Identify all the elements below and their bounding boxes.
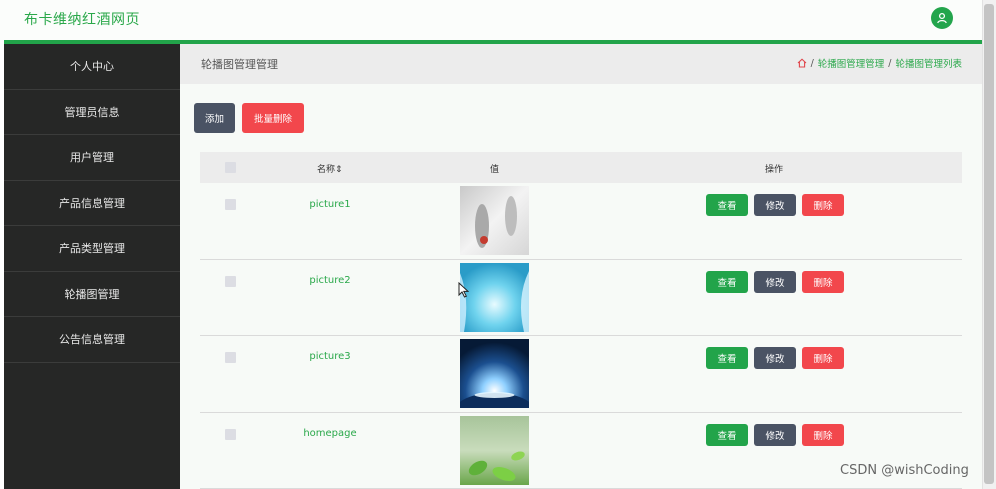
breadcrumb-carousel-management[interactable]: 轮播图管理管理 [818,56,885,70]
breadcrumb-carousel-list: 轮播图管理列表 [895,59,962,70]
batch-delete-button[interactable]: 批量删除 [242,103,304,133]
carousel-thumbnail [460,415,529,485]
breadcrumb-bar: 轮播图管理管理 / 轮播图管理管理 / 轮播图管理列表 [180,44,982,84]
column-header-name[interactable]: 名称⇕ [317,162,343,175]
add-button[interactable]: 添加 [194,103,235,133]
view-button[interactable]: 查看 [706,347,748,369]
table-header: 名称⇕ 值 操作 [200,152,962,183]
table-row: picture1 查看 修改 删除 [200,183,962,260]
carousel-thumbnail [460,339,529,408]
carousel-thumbnail [460,186,529,255]
app-title: 布卡维纳红酒网页 [24,12,140,28]
sidebar-item-product-info[interactable]: 产品信息管理 [4,181,180,226]
sidebar-item-label: 轮播图管理 [64,287,120,301]
breadcrumb-separator: / [888,57,892,69]
delete-button[interactable]: 删除 [802,270,844,293]
carousel-thumbnail [460,262,529,332]
delete-button[interactable]: 删除 [802,347,844,369]
row-name: picture3 [309,351,351,362]
sidebar-item-admin-info[interactable]: 管理员信息 [4,90,180,135]
breadcrumb: / 轮播图管理管理 / 轮播图管理列表 [797,56,962,70]
table-row: picture3 查看 修改 删除 [200,336,962,413]
sidebar-item-personal-center[interactable]: 个人中心 [4,44,180,90]
carousel-table: 名称⇕ 值 操作 picture1 查看 修改 删除 picture2 查看 修… [200,152,962,489]
user-avatar-button[interactable] [931,7,953,29]
sidebar-item-label: 管理员信息 [64,105,120,119]
sidebar-item-product-type[interactable]: 产品类型管理 [4,226,180,272]
view-button[interactable]: 查看 [706,270,748,293]
main-content: 轮播图管理管理 / 轮播图管理管理 / 轮播图管理列表 添加 批量删除 名称⇕ … [180,44,982,489]
mouse-pointer-icon [458,281,469,298]
table-row: picture2 查看 修改 删除 [200,260,962,336]
column-header-value: 值 [490,165,500,175]
select-all-checkbox[interactable] [225,162,236,173]
sidebar-item-label: 产品信息管理 [59,196,125,210]
row-checkbox[interactable] [225,428,236,440]
home-icon[interactable] [797,58,807,68]
row-checkbox[interactable] [225,352,236,363]
column-header-name-label: 名称 [317,165,336,175]
delete-button[interactable]: 删除 [802,423,844,446]
watermark: CSDN @wishCoding [840,463,969,478]
row-name: homepage [303,427,357,439]
row-checkbox[interactable] [225,275,236,287]
view-button[interactable]: 查看 [706,423,748,446]
row-name: picture1 [309,199,351,210]
delete-button[interactable]: 删除 [802,194,844,216]
sort-icon: ⇕ [335,165,343,175]
row-checkbox[interactable] [225,199,236,210]
breadcrumb-separator: / [810,57,814,69]
page-title: 轮播图管理管理 [201,58,278,71]
sidebar-item-label: 用户管理 [70,151,114,165]
sidebar-item-carousel[interactable]: 轮播图管理 [4,272,180,317]
edit-button[interactable]: 修改 [754,423,796,446]
sidebar-item-label: 公告信息管理 [59,333,125,347]
sidebar-item-user-management[interactable]: 用户管理 [4,135,180,181]
view-button[interactable]: 查看 [706,194,748,216]
user-icon [937,12,947,24]
sidebar-item-announcement[interactable]: 公告信息管理 [4,317,180,363]
page-scrollbar-thumb[interactable] [984,4,994,484]
edit-button[interactable]: 修改 [754,270,796,293]
edit-button[interactable]: 修改 [754,347,796,369]
sidebar-item-label: 个人中心 [70,60,114,74]
top-bar: 布卡维纳红酒网页 [0,0,982,40]
edit-button[interactable]: 修改 [754,194,796,216]
column-header-actions: 操作 [765,165,784,175]
sidebar: 个人中心 管理员信息 用户管理 产品信息管理 产品类型管理 轮播图管理 公告信息… [4,44,180,489]
row-name: picture2 [309,274,351,286]
sidebar-item-label: 产品类型管理 [59,242,125,256]
